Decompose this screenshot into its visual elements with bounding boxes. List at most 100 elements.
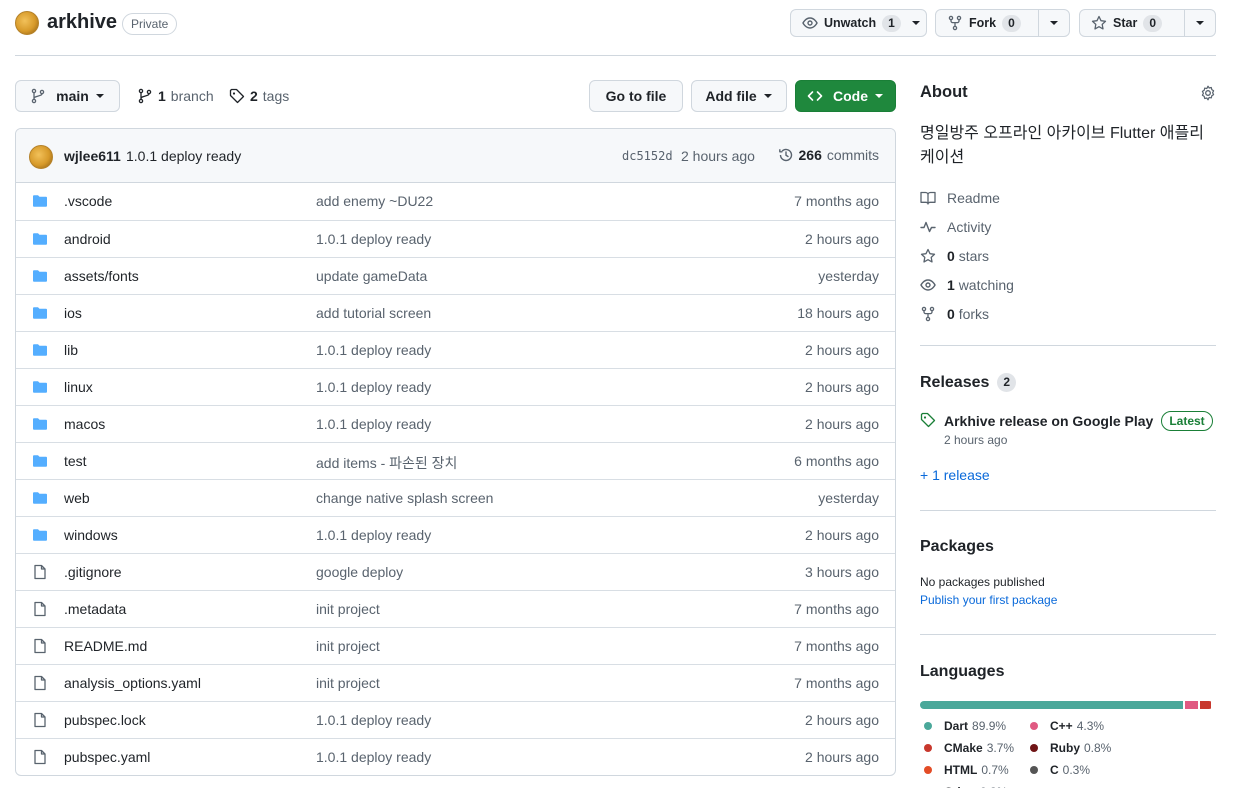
star-dropdown-caret[interactable] bbox=[1183, 10, 1215, 36]
packages-title[interactable]: Packages bbox=[920, 538, 1216, 556]
repo-name[interactable]: arkhive bbox=[47, 11, 117, 34]
file-name[interactable]: test bbox=[64, 453, 87, 469]
file-row[interactable]: README.md init project 7 months ago bbox=[16, 627, 895, 664]
release-name[interactable]: Arkhive release on Google Play bbox=[944, 413, 1153, 429]
language-item[interactable]: HTML 0.7% bbox=[920, 759, 1030, 781]
file-name[interactable]: web bbox=[64, 490, 90, 506]
commit-sha[interactable]: dc5152d bbox=[622, 149, 673, 163]
file-name[interactable]: .vscode bbox=[64, 193, 112, 209]
file-name[interactable]: README.md bbox=[64, 638, 147, 654]
language-name: HTML bbox=[944, 763, 978, 777]
chevron-down-icon bbox=[874, 93, 884, 99]
file-row[interactable]: .gitignore google deploy 3 hours ago bbox=[16, 553, 895, 590]
more-releases-link[interactable]: + 1 release bbox=[920, 467, 1216, 483]
file-row[interactable]: pubspec.yaml 1.0.1 deploy ready 2 hours ag… bbox=[16, 738, 895, 775]
file-commit-message[interactable]: 1.0.1 deploy ready bbox=[316, 342, 431, 358]
file-commit-message[interactable]: init project bbox=[316, 601, 380, 617]
commit-message[interactable]: 1.0.1 deploy ready bbox=[126, 148, 241, 164]
unwatch-button[interactable]: Unwatch 1 bbox=[791, 10, 911, 36]
file-commit-message[interactable]: 1.0.1 deploy ready bbox=[316, 231, 431, 247]
tags-count: 2 bbox=[250, 88, 258, 104]
file-name[interactable]: macos bbox=[64, 416, 105, 432]
file-name[interactable]: ios bbox=[64, 305, 82, 321]
file-row[interactable]: pubspec.lock 1.0.1 deploy ready 2 hours ag… bbox=[16, 701, 895, 738]
owner-avatar[interactable] bbox=[15, 11, 39, 35]
file-commit-message[interactable]: 1.0.1 deploy ready bbox=[316, 712, 431, 728]
file-row[interactable]: .metadata init project 7 months ago bbox=[16, 590, 895, 627]
add-file-button[interactable]: Add file bbox=[691, 80, 787, 112]
watching-link[interactable]: 1 watching bbox=[920, 270, 1216, 299]
file-name[interactable]: .gitignore bbox=[64, 564, 122, 580]
releases-title[interactable]: Releases bbox=[920, 374, 989, 392]
code-button[interactable]: Code bbox=[795, 80, 896, 112]
file-name[interactable]: assets/fonts bbox=[64, 268, 139, 284]
file-commit-message[interactable]: 1.0.1 deploy ready bbox=[316, 379, 431, 395]
file-name[interactable]: pubspec.yaml bbox=[64, 749, 150, 765]
file-commit-time: 2 hours ago bbox=[805, 749, 879, 765]
gear-icon[interactable] bbox=[1200, 85, 1216, 101]
star-button[interactable]: Star 0 bbox=[1080, 10, 1184, 36]
go-to-file-button[interactable]: Go to file bbox=[589, 80, 683, 112]
file-row[interactable]: assets/fonts update gameData yesterday bbox=[16, 257, 895, 294]
file-row[interactable]: macos 1.0.1 deploy ready 2 hours ago bbox=[16, 405, 895, 442]
commit-author[interactable]: wjlee611 bbox=[64, 148, 121, 164]
file-commit-message[interactable]: 1.0.1 deploy ready bbox=[316, 749, 431, 765]
commits-link[interactable]: 266 commits bbox=[778, 147, 879, 163]
file-commit-message[interactable]: add tutorial screen bbox=[316, 305, 431, 321]
forks-link[interactable]: 0 forks bbox=[920, 299, 1216, 328]
publish-package-link[interactable]: Publish your first package bbox=[920, 593, 1216, 607]
language-color-dot bbox=[1030, 766, 1038, 774]
language-color-dot bbox=[924, 766, 932, 774]
file-name[interactable]: android bbox=[64, 231, 111, 247]
language-item[interactable]: C++ 4.3% bbox=[1030, 715, 1216, 737]
file-name[interactable]: lib bbox=[64, 342, 78, 358]
file-commit-time: 7 months ago bbox=[794, 638, 879, 654]
fork-dropdown-caret[interactable] bbox=[1037, 10, 1069, 36]
file-row[interactable]: lib 1.0.1 deploy ready 2 hours ago bbox=[16, 331, 895, 368]
file-commit-message[interactable]: init project bbox=[316, 638, 380, 654]
file-commit-time: 6 months ago bbox=[794, 453, 879, 469]
language-item[interactable]: Dart 89.9% bbox=[920, 715, 1030, 737]
file-row[interactable]: test add items - 파손된 장치 6 months ago bbox=[16, 442, 895, 479]
tags-link[interactable]: 2 tags bbox=[229, 88, 289, 104]
language-percent: 0.3% bbox=[1062, 763, 1091, 777]
file-commit-message[interactable]: add items - 파손된 장치 bbox=[316, 453, 457, 473]
file-row[interactable]: ios add tutorial screen 18 hours ago bbox=[16, 294, 895, 331]
watch-dropdown-caret[interactable] bbox=[911, 20, 931, 26]
latest-release[interactable]: Arkhive release on Google Play Latest 2 … bbox=[920, 411, 1216, 447]
file-commit-message[interactable]: change native splash screen bbox=[316, 490, 493, 506]
file-name[interactable]: analysis_options.yaml bbox=[64, 675, 201, 691]
file-commit-message[interactable]: add enemy ~DU22 bbox=[316, 193, 433, 209]
language-item[interactable]: C 0.3% bbox=[1030, 759, 1216, 781]
readme-link[interactable]: Readme bbox=[920, 183, 1216, 212]
file-name[interactable]: windows bbox=[64, 527, 118, 543]
file-name[interactable]: .metadata bbox=[64, 601, 126, 617]
file-commit-message[interactable]: 1.0.1 deploy ready bbox=[316, 416, 431, 432]
file-name[interactable]: linux bbox=[64, 379, 93, 395]
activity-link[interactable]: Activity bbox=[920, 212, 1216, 241]
language-item[interactable]: Ruby 0.8% bbox=[1030, 737, 1216, 759]
branch-selector[interactable]: main bbox=[15, 80, 120, 112]
file-row[interactable]: .vscode add enemy ~DU22 7 months ago bbox=[16, 183, 895, 220]
language-item[interactable]: Other0.3% bbox=[920, 781, 1030, 788]
file-row[interactable]: windows 1.0.1 deploy ready 2 hours ago bbox=[16, 516, 895, 553]
stars-link[interactable]: 0 stars bbox=[920, 241, 1216, 270]
fork-button[interactable]: Fork 0 bbox=[936, 10, 1038, 36]
file-row[interactable]: web change native splash screen yesterday bbox=[16, 479, 895, 516]
packages-empty-text: No packages published bbox=[920, 575, 1045, 589]
chevron-down-icon bbox=[763, 93, 773, 99]
language-item[interactable]: CMake 3.7% bbox=[920, 737, 1030, 759]
author-avatar[interactable] bbox=[29, 145, 53, 169]
file-name[interactable]: pubspec.lock bbox=[64, 712, 146, 728]
forks-label: forks bbox=[958, 305, 990, 322]
file-row[interactable]: linux 1.0.1 deploy ready 2 hours ago bbox=[16, 368, 895, 405]
file-commit-message[interactable]: 1.0.1 deploy ready bbox=[316, 527, 431, 543]
file-commit-message[interactable]: init project bbox=[316, 675, 380, 691]
branches-link[interactable]: 1 branch bbox=[137, 88, 214, 104]
about-section: About 명일방주 오프라인 아카이브 Flutter 애플리케이션 Read… bbox=[920, 83, 1216, 328]
file-commit-message[interactable]: update gameData bbox=[316, 268, 427, 284]
file-row[interactable]: analysis_options.yaml init project 7 month… bbox=[16, 664, 895, 701]
file-commit-message[interactable]: google deploy bbox=[316, 564, 403, 580]
file-icon bbox=[32, 638, 48, 654]
file-row[interactable]: android 1.0.1 deploy ready 2 hours ago bbox=[16, 220, 895, 257]
